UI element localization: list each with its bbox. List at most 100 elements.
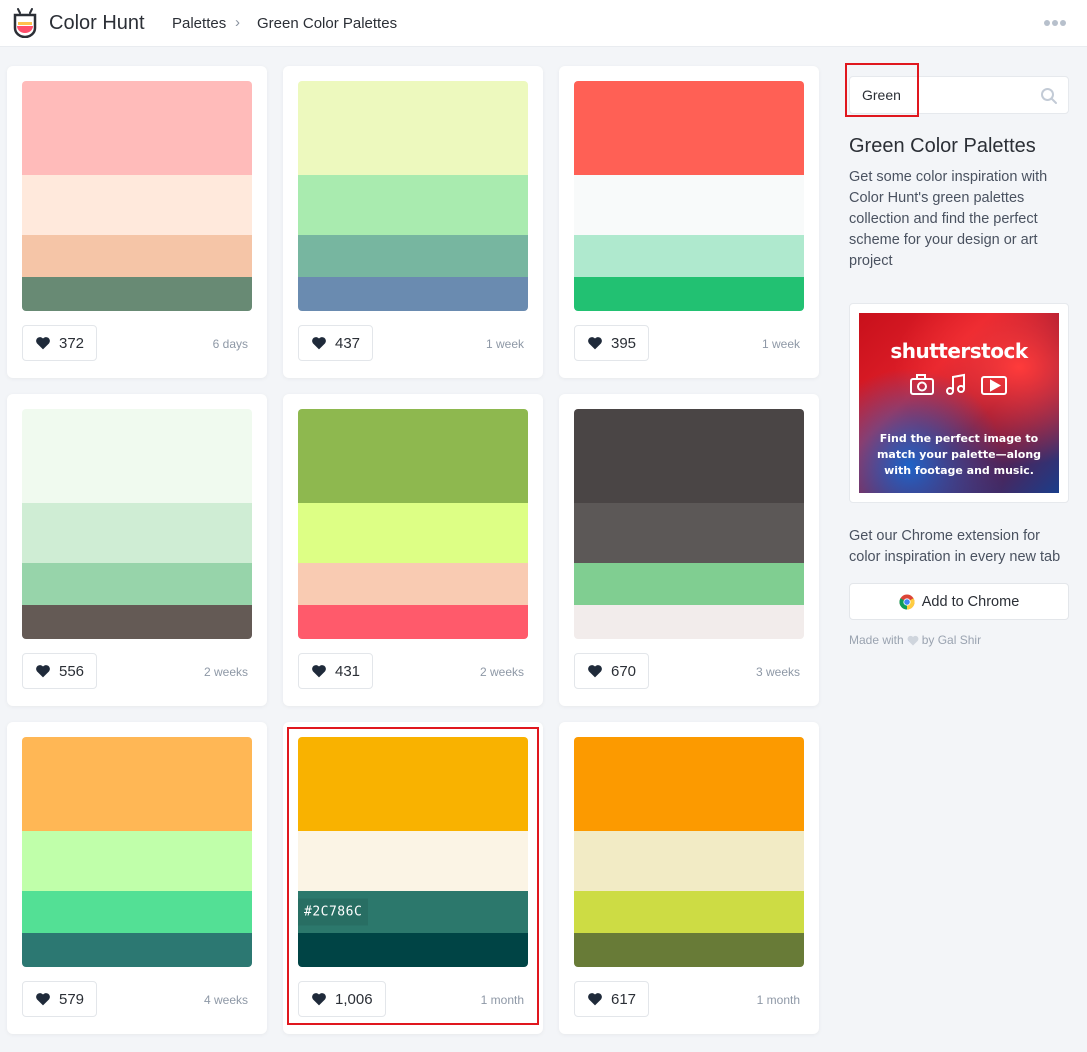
- heart-icon: [36, 337, 50, 350]
- color-swatch[interactable]: [22, 831, 252, 891]
- palette-age: 2 weeks: [203, 665, 248, 679]
- palette-card[interactable]: 579 4 weeks: [7, 722, 267, 1034]
- search-highlight-box: [845, 63, 919, 117]
- like-count: 437: [335, 334, 361, 352]
- like-count: 395: [611, 334, 637, 352]
- color-swatch[interactable]: [574, 503, 804, 563]
- color-swatch[interactable]: [298, 235, 528, 277]
- color-swatch[interactable]: [298, 175, 528, 235]
- ad-brand-logo: shutterstock: [890, 339, 1028, 363]
- color-swatch[interactable]: [298, 605, 528, 639]
- color-swatch[interactable]: [22, 81, 252, 175]
- more-options-icon[interactable]: [1043, 19, 1067, 27]
- palette-card[interactable]: 617 1 month: [559, 722, 819, 1034]
- top-header: Color Hunt Palettes › Green Color Palett…: [0, 0, 1087, 47]
- palette-age: 2 weeks: [479, 665, 524, 679]
- color-swatch[interactable]: [574, 831, 804, 891]
- palette-age: 6 days: [212, 337, 248, 351]
- color-swatch[interactable]: [298, 409, 528, 503]
- heart-icon: [588, 665, 602, 678]
- palette-age: 1 week: [485, 337, 524, 351]
- camera-icon: [910, 374, 934, 395]
- color-swatch[interactable]: [22, 235, 252, 277]
- like-button[interactable]: 431: [298, 653, 374, 689]
- color-swatch[interactable]: [22, 503, 252, 563]
- color-swatch[interactable]: [574, 737, 804, 831]
- play-video-icon: [981, 376, 1007, 395]
- color-swatch[interactable]: [574, 235, 804, 277]
- breadcrumb-separator: ›: [235, 14, 240, 31]
- like-button[interactable]: 556: [22, 653, 98, 689]
- app-title[interactable]: Color Hunt: [49, 12, 145, 35]
- heart-icon: [588, 337, 602, 350]
- color-swatch[interactable]: [298, 277, 528, 311]
- color-swatch[interactable]: [574, 409, 804, 503]
- color-swatch[interactable]: [22, 563, 252, 605]
- extension-text: Get our Chrome extension for color inspi…: [849, 528, 1061, 565]
- color-swatch[interactable]: [574, 605, 804, 639]
- like-count: 617: [611, 990, 637, 1008]
- music-note-icon: [946, 373, 965, 395]
- like-count: 670: [611, 662, 637, 680]
- color-swatch[interactable]: [298, 81, 528, 175]
- credit-prefix: Made with: [849, 633, 904, 647]
- color-swatch[interactable]: [298, 563, 528, 605]
- palette-swatches[interactable]: [574, 737, 804, 967]
- color-swatch[interactable]: [298, 503, 528, 563]
- breadcrumb-palettes[interactable]: Palettes: [172, 15, 226, 32]
- heart-icon: [907, 635, 919, 645]
- palette-swatches[interactable]: [22, 409, 252, 639]
- breadcrumb-current: Green Color Palettes: [257, 15, 398, 32]
- color-swatch[interactable]: [22, 737, 252, 831]
- palette-swatches[interactable]: [22, 81, 252, 311]
- add-to-chrome-button[interactable]: Add to Chrome: [849, 583, 1069, 620]
- color-swatch[interactable]: [574, 81, 804, 175]
- ad-banner[interactable]: shutterstock Find the perfect image to m…: [849, 303, 1069, 503]
- palette-age: 1 week: [761, 337, 800, 351]
- color-swatch[interactable]: [22, 409, 252, 503]
- heart-icon: [36, 665, 50, 678]
- color-swatch[interactable]: [22, 891, 252, 933]
- palette-swatches[interactable]: [574, 409, 804, 639]
- palette-swatches[interactable]: [298, 81, 528, 311]
- color-swatch[interactable]: [574, 175, 804, 235]
- color-swatch[interactable]: [22, 277, 252, 311]
- palette-card[interactable]: 431 2 weeks: [283, 394, 543, 706]
- media-icons: [910, 373, 1007, 395]
- color-swatch[interactable]: [574, 563, 804, 605]
- ad-image[interactable]: shutterstock Find the perfect image to m…: [859, 313, 1059, 493]
- like-count: 431: [335, 662, 361, 680]
- heart-icon: [588, 993, 602, 1006]
- like-button[interactable]: 372: [22, 325, 98, 361]
- credit-author-link[interactable]: by Gal Shir: [922, 633, 981, 647]
- like-button[interactable]: 437: [298, 325, 374, 361]
- palette-highlight-box: [287, 727, 539, 1025]
- search-icon[interactable]: [1040, 87, 1058, 105]
- like-count: 579: [59, 990, 85, 1008]
- palette-card[interactable]: 372 6 days: [7, 66, 267, 378]
- like-count: 372: [59, 334, 85, 352]
- palette-card[interactable]: 670 3 weeks: [559, 394, 819, 706]
- palette-swatches[interactable]: [574, 81, 804, 311]
- palette-swatches[interactable]: [298, 409, 528, 639]
- sidebar-description: Get some color inspiration with Color Hu…: [849, 169, 1048, 269]
- palette-age: 3 weeks: [755, 665, 800, 679]
- like-button[interactable]: 617: [574, 981, 650, 1017]
- palette-card[interactable]: 395 1 week: [559, 66, 819, 378]
- color-swatch[interactable]: [574, 891, 804, 933]
- add-to-chrome-label: Add to Chrome: [921, 593, 1020, 610]
- color-swatch[interactable]: [22, 175, 252, 235]
- palette-card[interactable]: 556 2 weeks: [7, 394, 267, 706]
- color-swatch[interactable]: [22, 933, 252, 967]
- like-button[interactable]: 579: [22, 981, 98, 1017]
- color-hunt-logo-icon[interactable]: [12, 8, 38, 38]
- like-button[interactable]: 395: [574, 325, 650, 361]
- palette-swatches[interactable]: [22, 737, 252, 967]
- color-swatch[interactable]: [22, 605, 252, 639]
- sidebar-title: Green Color Palettes: [849, 135, 1036, 157]
- color-swatch[interactable]: [574, 277, 804, 311]
- palette-card[interactable]: 437 1 week: [283, 66, 543, 378]
- chrome-icon: [899, 594, 915, 609]
- like-button[interactable]: 670: [574, 653, 650, 689]
- color-swatch[interactable]: [574, 933, 804, 967]
